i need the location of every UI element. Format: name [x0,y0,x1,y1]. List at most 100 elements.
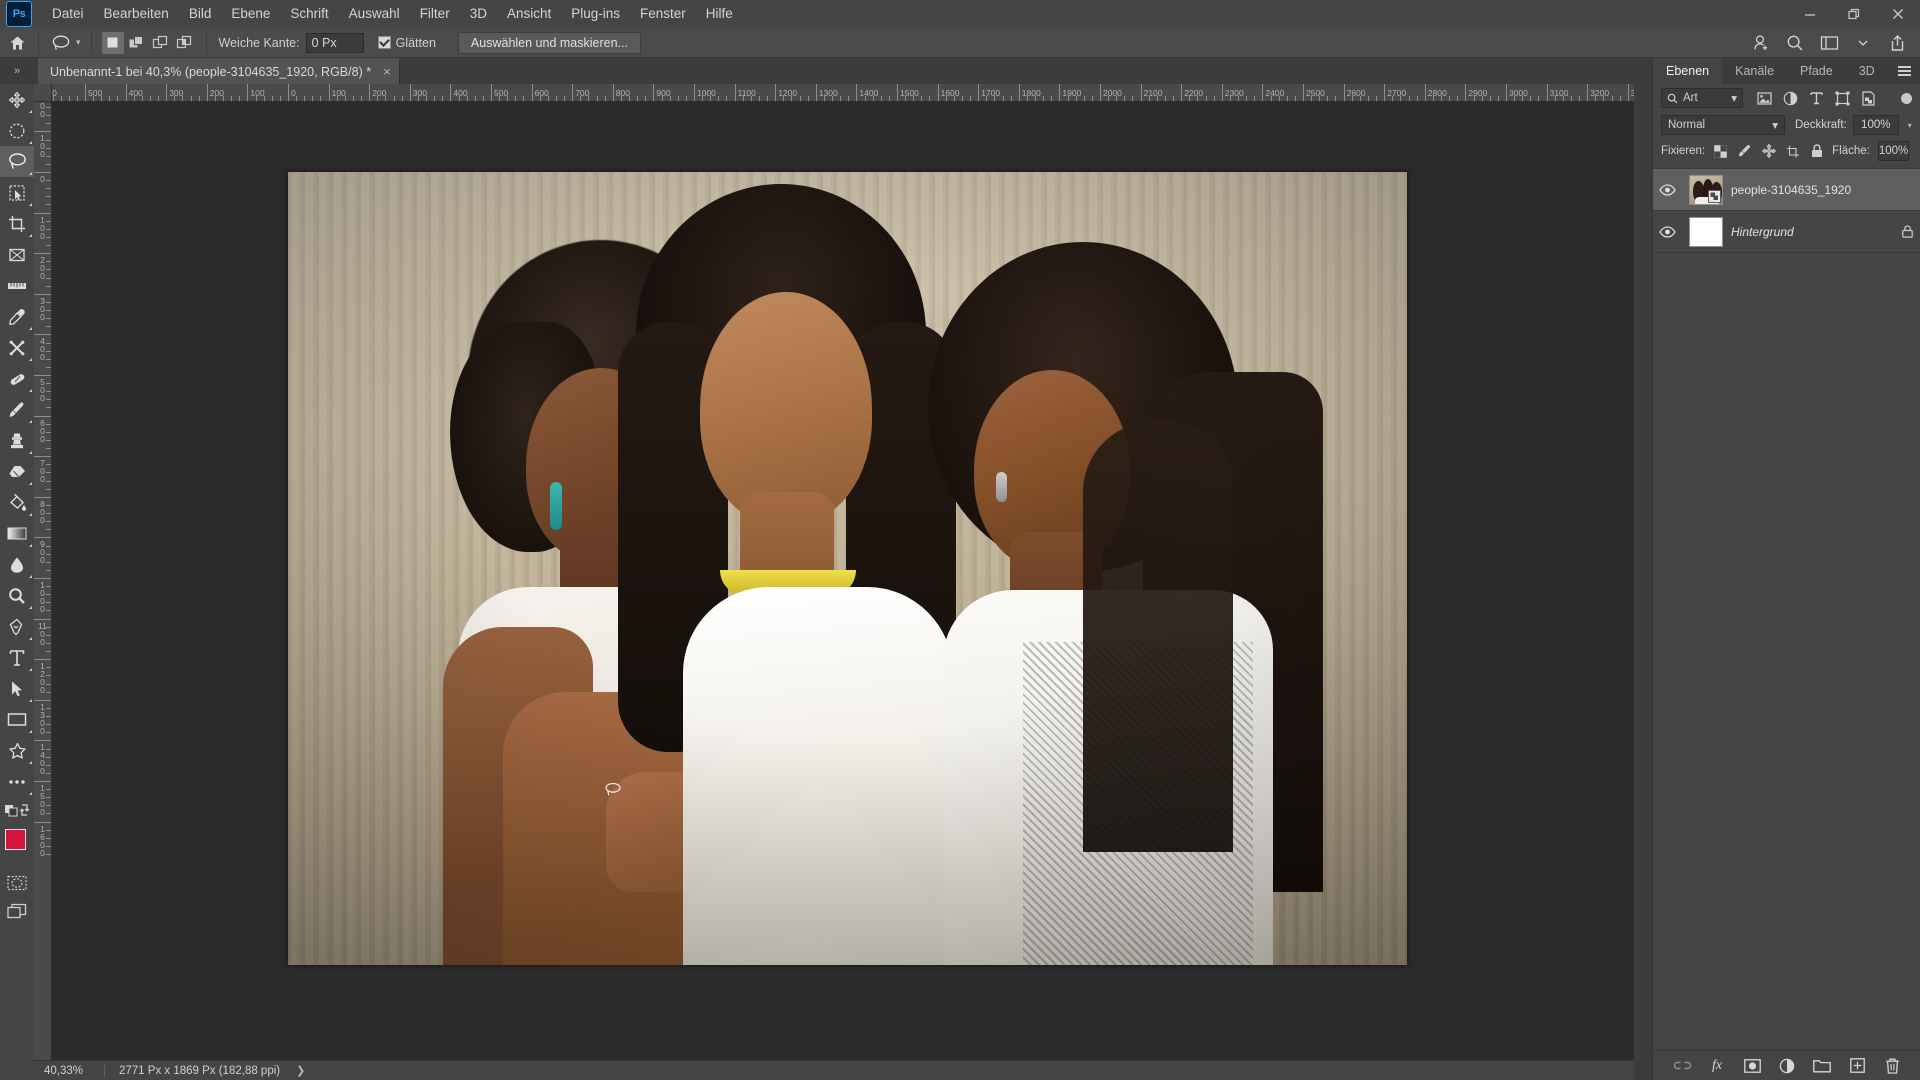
restore-icon[interactable] [1832,0,1876,28]
tab-pfade[interactable]: Pfade [1787,58,1846,84]
active-tool-preset[interactable]: ▾ [43,32,87,54]
workspace-icon[interactable] [1814,30,1844,56]
type-tool[interactable] [0,642,34,673]
delete-layer-button[interactable] [1883,1056,1902,1075]
menu-filter[interactable]: Filter [410,2,460,26]
layer-thumbnail-cell[interactable] [1681,174,1731,205]
layer-visibility-toggle[interactable] [1653,183,1681,196]
path-selection-tool[interactable] [0,673,34,704]
lasso-tool[interactable] [0,146,34,177]
eraser-tool[interactable] [0,456,34,487]
panel-collapse-icon[interactable]: » [2,58,32,84]
foreground-color-swatch[interactable] [5,829,26,850]
filter-toggle-icon[interactable] [1901,92,1912,104]
more-tools-button[interactable] [0,766,34,797]
clone-stamp-tool[interactable] [0,425,34,456]
new-layer-button[interactable] [1848,1056,1867,1075]
lock-transparency-icon[interactable] [1713,144,1728,159]
search-icon[interactable] [1780,30,1810,56]
menu-datei[interactable]: Datei [42,2,94,26]
opacity-input[interactable]: 100% [1852,115,1899,135]
feather-input[interactable] [305,32,364,53]
adjustment-layer-filter-icon[interactable] [1782,90,1799,107]
object-selection-tool[interactable] [0,177,34,208]
crop-tool[interactable] [0,208,34,239]
pen-tool[interactable] [0,611,34,642]
person-add-icon[interactable] [1746,30,1776,56]
chevron-right-icon[interactable]: ❯ [296,1064,305,1077]
patch-tool[interactable] [0,363,34,394]
eyedropper-tool[interactable] [0,301,34,332]
lock-image-icon[interactable] [1737,144,1752,159]
document-tab[interactable]: Unbenannt-1 bei 40,3% (people-3104635_19… [38,58,400,84]
adjustment-layer-button[interactable] [1778,1056,1797,1075]
chevron-down-icon[interactable] [1848,30,1878,56]
menu-bearbeiten[interactable]: Bearbeiten [94,2,179,26]
menu-bild[interactable]: Bild [179,2,222,26]
dodge-tool[interactable] [0,580,34,611]
hamburger-menu-icon[interactable] [1894,58,1914,84]
chevron-down-icon[interactable]: ▾ [1908,121,1912,130]
rectangle-tool[interactable] [0,704,34,735]
table-row[interactable]: Hintergrund [1653,211,1920,253]
layer-thumbnail-cell[interactable] [1681,216,1731,247]
layer-name[interactable]: people-3104635_1920 [1731,183,1894,197]
lock-artboard-icon[interactable] [1785,144,1800,159]
layer-style-button[interactable]: fx [1708,1056,1727,1075]
layer-kind-select[interactable]: Art ▾ [1661,88,1743,108]
layer-mask-button[interactable] [1743,1056,1762,1075]
screen-mode-icon[interactable] [0,897,34,925]
type-layer-filter-icon[interactable] [1808,90,1825,107]
menu-plugins[interactable]: Plug-ins [561,2,630,26]
menu-ansicht[interactable]: Ansicht [497,2,561,26]
intersect-with-selection-button[interactable] [174,32,196,54]
close-icon[interactable]: × [383,65,391,78]
home-icon[interactable] [0,28,34,58]
smart-object-filter-icon[interactable] [1860,90,1877,107]
ruler-corner[interactable] [34,84,52,102]
move-tool[interactable] [0,84,34,115]
blend-mode-select[interactable]: Normal ▾ [1661,115,1785,135]
menu-ebene[interactable]: Ebene [221,2,280,26]
canvas-area[interactable] [52,102,1634,1060]
shape-layer-filter-icon[interactable] [1834,90,1851,107]
vertical-ruler[interactable]: 2001000100200300400500600700800900100011… [34,102,52,1060]
table-row[interactable]: people-3104635_1920 [1653,169,1920,211]
document-canvas[interactable] [288,172,1407,965]
lock-position-icon[interactable] [1761,144,1776,159]
select-and-mask-button[interactable]: Auswählen und maskieren... [457,31,641,54]
horizontal-ruler[interactable]: 1050040030020010001002003004005006007008… [52,84,1634,102]
pixel-layer-filter-icon[interactable] [1756,90,1773,107]
menu-fenster[interactable]: Fenster [630,2,696,26]
layer-name[interactable]: Hintergrund [1731,225,1894,239]
antialias-checkbox[interactable]: Glätten [377,36,436,50]
elliptical-marquee-tool[interactable] [0,115,34,146]
quick-mask-icon[interactable] [0,869,34,897]
panel-rail[interactable] [1634,58,1652,1080]
fill-input[interactable]: 100% [1877,141,1910,161]
custom-shape-tool[interactable] [0,735,34,766]
frame-tool[interactable] [0,239,34,270]
menu-schrift[interactable]: Schrift [280,2,338,26]
default-colors-icon[interactable] [0,797,34,823]
layer-visibility-toggle[interactable] [1653,225,1681,238]
minimize-icon[interactable] [1788,0,1832,28]
blur-tool[interactable] [0,549,34,580]
tab-3d[interactable]: 3D [1846,58,1888,84]
gradient-tool[interactable] [0,518,34,549]
new-selection-button[interactable] [101,31,124,54]
healing-brush-tool[interactable] [0,332,34,363]
add-to-selection-button[interactable] [126,32,148,54]
new-group-button[interactable] [1813,1056,1832,1075]
menu-auswahl[interactable]: Auswahl [339,2,410,26]
tab-ebenen[interactable]: Ebenen [1653,58,1723,84]
zoom-level[interactable]: 40,33% [34,1065,104,1077]
link-layers-button[interactable] [1673,1056,1692,1075]
menu-hilfe[interactable]: Hilfe [696,2,743,26]
subtract-from-selection-button[interactable] [150,32,172,54]
paint-bucket-tool[interactable] [0,487,34,518]
measure-tool[interactable] [0,270,34,301]
brush-tool[interactable] [0,394,34,425]
menu-3d[interactable]: 3D [460,2,497,26]
share-icon[interactable] [1882,30,1912,56]
